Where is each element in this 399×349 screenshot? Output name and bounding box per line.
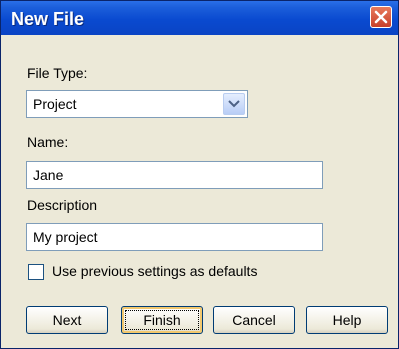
- name-input[interactable]: Jane: [26, 161, 323, 189]
- description-value: My project: [33, 229, 98, 245]
- use-defaults-checkbox[interactable]: [28, 264, 44, 280]
- use-defaults-label[interactable]: Use previous settings as defaults: [52, 263, 257, 279]
- help-button[interactable]: Help: [306, 306, 388, 334]
- new-file-dialog: New File File Type: Project Name: Jane D…: [0, 0, 399, 349]
- title-bar[interactable]: New File: [1, 1, 398, 35]
- file-type-value: Project: [33, 96, 77, 112]
- file-type-select[interactable]: Project: [26, 90, 248, 118]
- cancel-button[interactable]: Cancel: [213, 306, 295, 334]
- close-button[interactable]: [370, 6, 392, 28]
- finish-button[interactable]: Finish: [121, 306, 203, 334]
- focus-ring: [125, 310, 199, 330]
- close-icon: [374, 10, 388, 24]
- description-input[interactable]: My project: [26, 223, 323, 251]
- chevron-down-icon: [228, 100, 240, 108]
- name-label: Name:: [27, 134, 69, 150]
- name-value: Jane: [33, 167, 64, 183]
- next-button[interactable]: Next: [26, 306, 108, 334]
- dropdown-button[interactable]: [223, 93, 245, 115]
- description-label: Description: [27, 197, 98, 213]
- window-title: New File: [11, 9, 85, 29]
- file-type-label: File Type:: [27, 65, 88, 81]
